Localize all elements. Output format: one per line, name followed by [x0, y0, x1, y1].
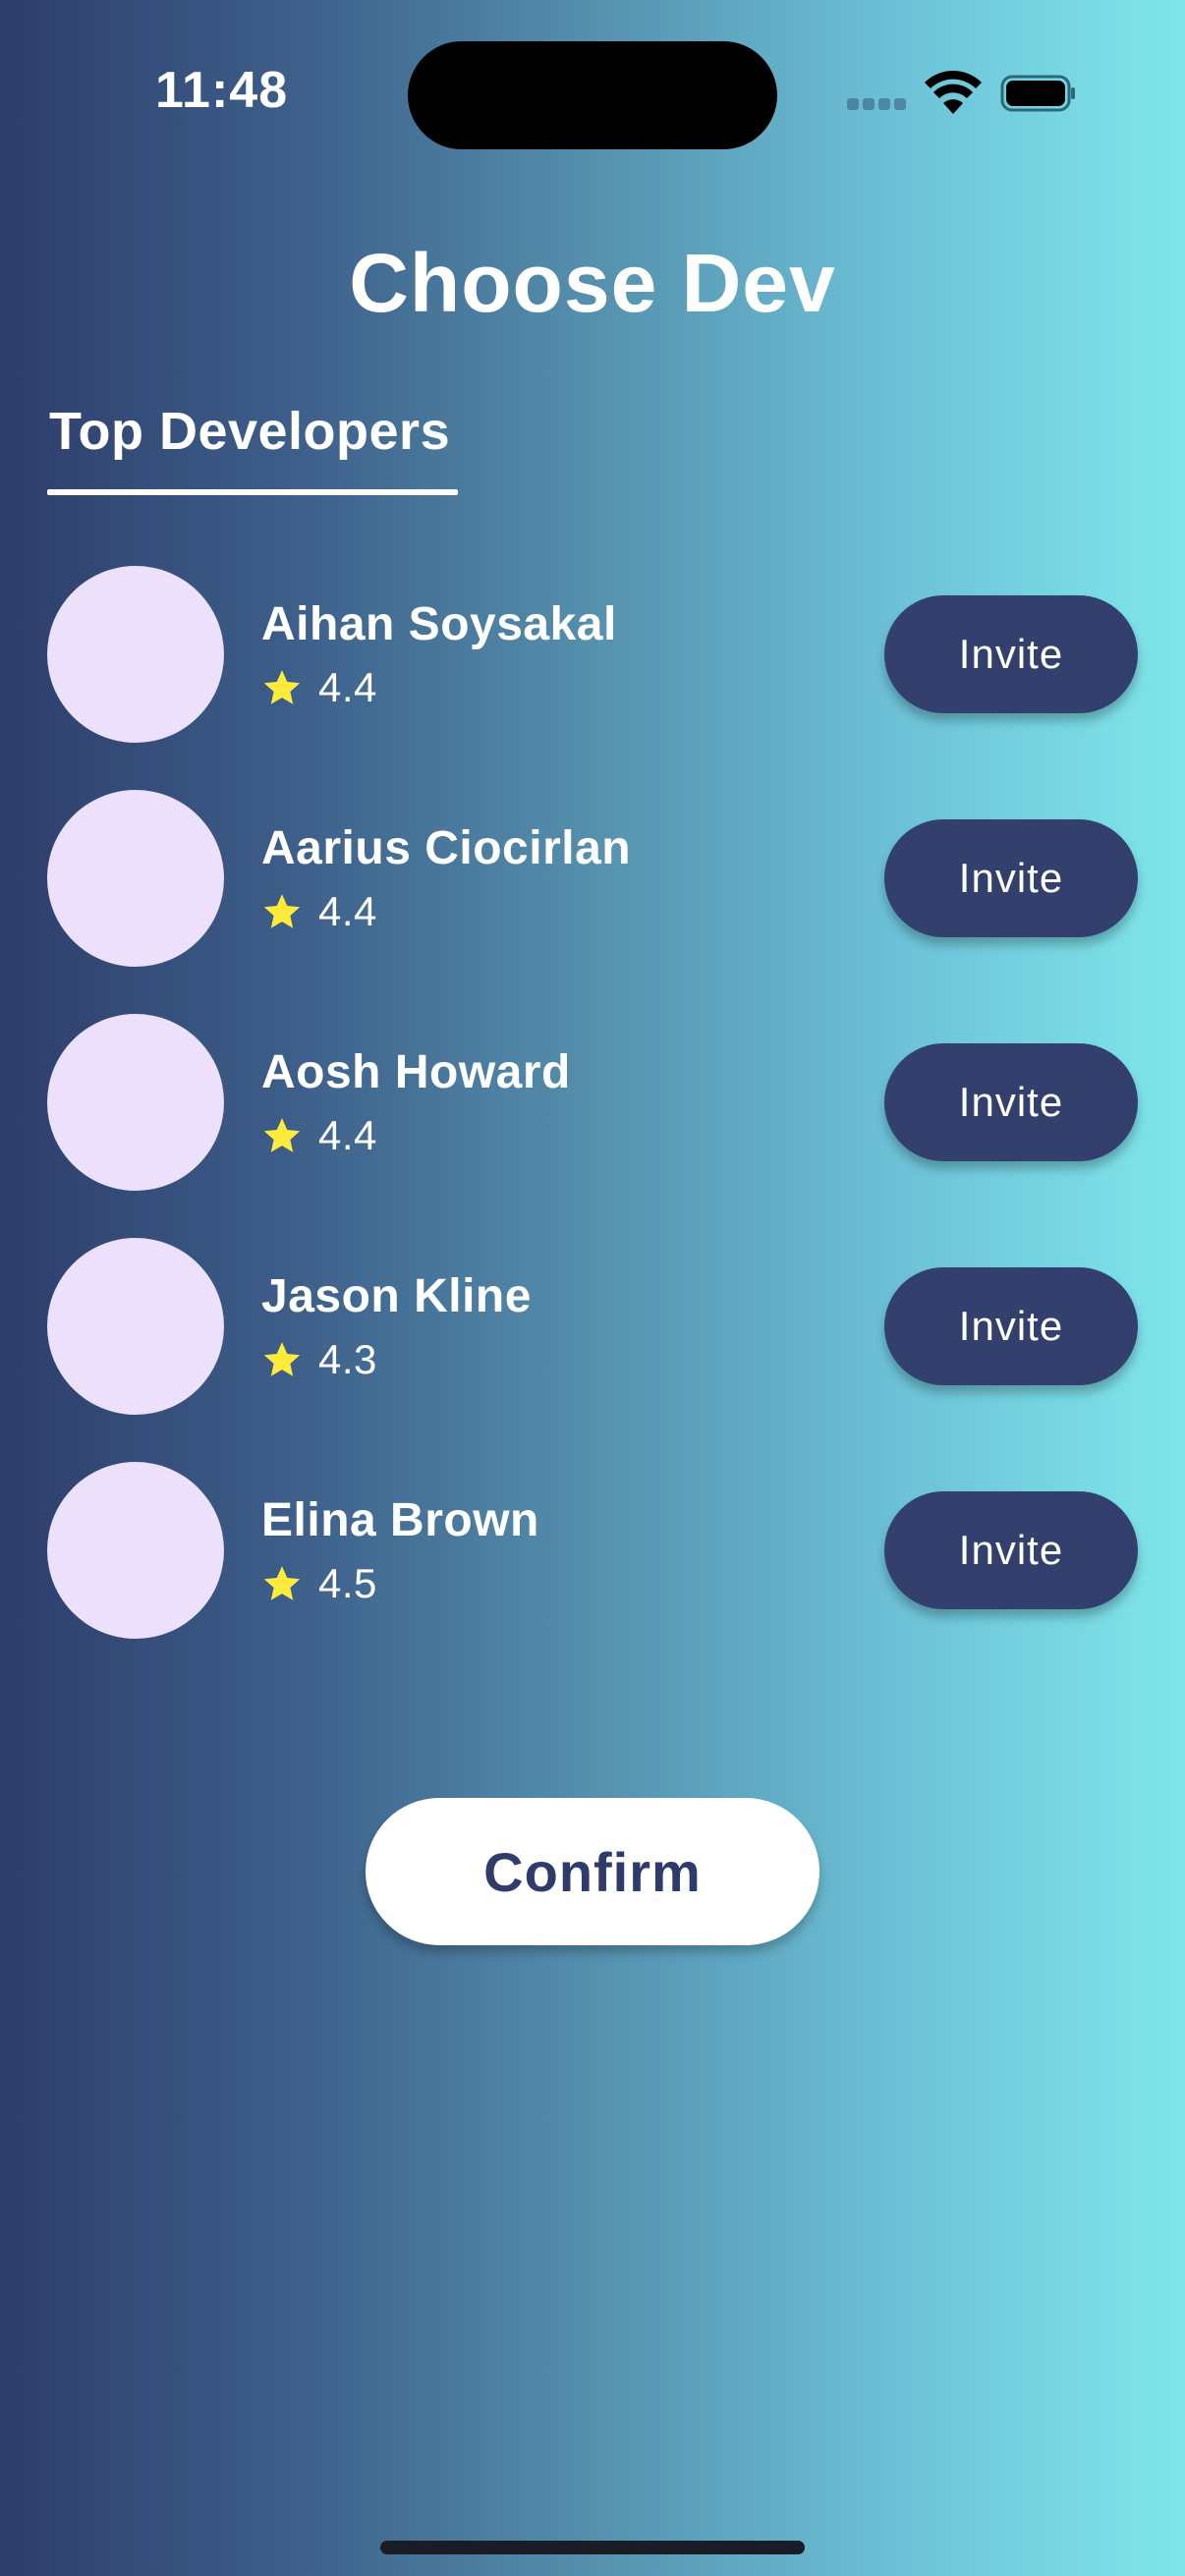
invite-button[interactable]: Invite [884, 1491, 1138, 1609]
rating-value: 4.3 [318, 1336, 377, 1382]
developer-rating: 4.4 [261, 1112, 377, 1159]
avatar [47, 1462, 224, 1639]
developer-name: Elina Brown [261, 1494, 539, 1546]
avatar [47, 566, 224, 743]
developer-row: Elina Brown 4.5 Invite [0, 1462, 1185, 1639]
signal-icon [847, 98, 908, 112]
invite-button[interactable]: Invite [884, 1043, 1138, 1161]
avatar [47, 1014, 224, 1191]
developer-row: Jason Kline 4.3 Invite [0, 1238, 1185, 1415]
developer-row: Aarius Ciocirlan 4.4 Invite [0, 790, 1185, 967]
status-bar: 11:48 [0, 0, 1185, 196]
star-icon [263, 1566, 301, 1600]
developer-row: Aosh Howard 4.4 Invite [0, 1014, 1185, 1191]
rating-value: 4.4 [318, 664, 377, 710]
invite-button[interactable]: Invite [884, 1267, 1138, 1385]
invite-button[interactable]: Invite [884, 595, 1138, 713]
confirm-button[interactable]: Confirm [366, 1798, 819, 1945]
invite-button[interactable]: Invite [884, 819, 1138, 937]
dynamic-island [408, 41, 777, 149]
star-icon [263, 1342, 301, 1376]
rating-value: 4.5 [318, 1560, 377, 1606]
developer-name: Aarius Ciocirlan [261, 822, 632, 874]
developer-name: Aosh Howard [261, 1046, 571, 1098]
developer-rating: 4.4 [261, 664, 377, 711]
developer-name: Aihan Soysakal [261, 598, 617, 650]
star-icon [263, 894, 301, 928]
star-icon [263, 670, 301, 704]
star-icon [263, 1118, 301, 1152]
avatar [47, 1238, 224, 1415]
developer-name: Jason Kline [261, 1270, 532, 1322]
section-underline [47, 489, 458, 495]
wifi-icon [925, 71, 982, 114]
developer-row: Aihan Soysakal 4.4 Invite [0, 566, 1185, 743]
developer-rating: 4.3 [261, 1336, 377, 1383]
battery-icon [1000, 75, 1075, 112]
developer-rating: 4.5 [261, 1560, 377, 1607]
section-title-top-developers[interactable]: Top Developers [49, 401, 450, 462]
avatar [47, 790, 224, 967]
page-title: Choose Dev [349, 237, 836, 329]
developer-rating: 4.4 [261, 888, 377, 935]
rating-value: 4.4 [318, 888, 377, 934]
home-indicator[interactable] [380, 2541, 805, 2554]
rating-value: 4.4 [318, 1112, 377, 1158]
status-time: 11:48 [155, 62, 289, 119]
